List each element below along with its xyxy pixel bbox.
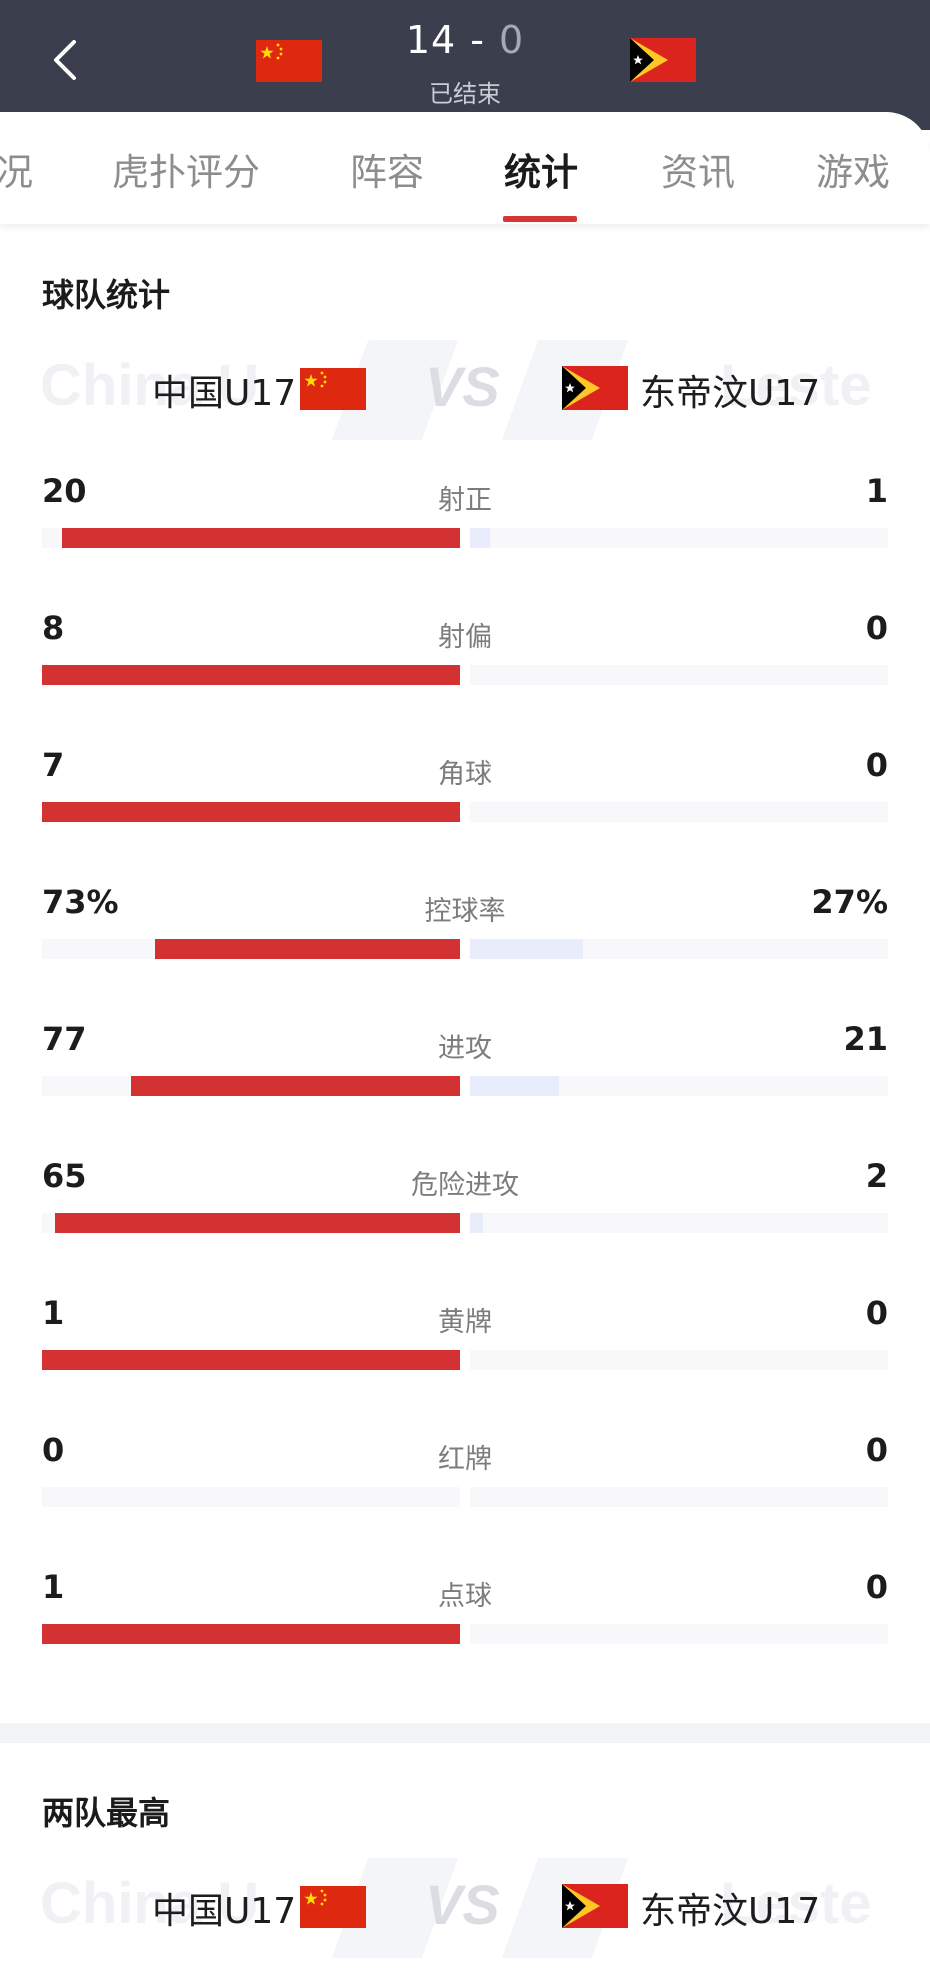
home-bar-track xyxy=(42,528,460,548)
section-title-top-players: 两队最高 xyxy=(42,1794,171,1832)
match-header: 14-0 已结束 xyxy=(0,0,930,130)
vs-label: VS xyxy=(425,355,500,418)
home-bar-fill xyxy=(42,1350,460,1370)
away-bar-track xyxy=(470,1076,888,1096)
home-team-name: 中国U17 xyxy=(152,373,297,414)
stat-row: 0 红牌 0 xyxy=(0,1431,930,1541)
match-status: 已结束 xyxy=(429,80,501,108)
china-flag-icon xyxy=(256,40,322,82)
home-bar-track xyxy=(42,1624,460,1644)
tab-games[interactable]: 游戏 xyxy=(816,142,890,196)
home-bar-track xyxy=(42,1213,460,1233)
china-flag-icon xyxy=(300,368,366,410)
tab-hupu-rating[interactable]: 虎扑评分 xyxy=(112,142,260,196)
away-bar-fill xyxy=(470,528,490,548)
stat-away-value: 0 xyxy=(865,1294,888,1332)
tab-bar: 况 虎扑评分 阵容 统计 资讯 游戏 xyxy=(0,112,930,224)
tab-lineup[interactable]: 阵容 xyxy=(350,142,424,196)
away-bar-track xyxy=(470,939,888,959)
stat-away-value: 27% xyxy=(811,883,888,921)
home-bar-fill xyxy=(62,528,460,548)
stat-row: 73% 控球率 27% xyxy=(0,883,930,993)
home-bar-track xyxy=(42,939,460,959)
timor-leste-flag-icon xyxy=(562,366,628,410)
score-separator: - xyxy=(470,18,485,62)
home-bar-track xyxy=(42,1487,460,1507)
stat-label: 射偏 xyxy=(438,622,492,653)
away-bar-track xyxy=(470,802,888,822)
section-title-team-stats: 球队统计 xyxy=(42,276,171,314)
stat-away-value: 0 xyxy=(865,1431,888,1469)
stat-row: 7 角球 0 xyxy=(0,746,930,856)
stat-label: 射正 xyxy=(438,485,492,516)
home-bar-fill xyxy=(131,1076,460,1096)
stat-row: 20 射正 1 xyxy=(0,472,930,582)
away-team-name: 东帝汶U17 xyxy=(640,1891,821,1932)
stat-label: 危险进攻 xyxy=(411,1170,519,1201)
home-team-name: 中国U17 xyxy=(152,1891,297,1932)
match-score: 14-0 xyxy=(360,18,570,62)
away-bar-track xyxy=(470,665,888,685)
home-bar-fill xyxy=(155,939,460,959)
chevron-left-icon xyxy=(54,40,76,80)
top-players-matchup-row: China U Leste 中国U17 VS 东帝汶U17 xyxy=(0,1858,930,1958)
away-score: 0 xyxy=(498,18,525,62)
home-bar-fill xyxy=(42,665,460,685)
away-bar-track xyxy=(470,1350,888,1370)
home-bar-track xyxy=(42,1076,460,1096)
stat-row: 8 射偏 0 xyxy=(0,609,930,719)
home-bar-fill xyxy=(55,1213,460,1233)
back-button[interactable] xyxy=(40,30,90,90)
away-bar-track xyxy=(470,1487,888,1507)
tab-news[interactable]: 资讯 xyxy=(661,142,735,196)
stat-away-value: 21 xyxy=(843,1020,888,1058)
stat-label: 进攻 xyxy=(438,1033,492,1064)
stat-label: 角球 xyxy=(438,759,492,790)
away-bar-fill xyxy=(470,939,583,959)
stat-row: 65 危险进攻 2 xyxy=(0,1157,930,1267)
home-score: 14 xyxy=(405,18,457,62)
stat-row: 1 点球 0 xyxy=(0,1568,930,1678)
home-bar-fill xyxy=(42,802,460,822)
vs-label: VS xyxy=(425,1873,500,1936)
timor-leste-flag-icon xyxy=(562,1884,628,1928)
home-bar-track xyxy=(42,665,460,685)
tab-overview[interactable]: 况 xyxy=(0,142,33,196)
away-bar-track xyxy=(470,1213,888,1233)
away-bar-fill xyxy=(470,1213,483,1233)
away-bar-track xyxy=(470,1624,888,1644)
stat-away-value: 0 xyxy=(865,1568,888,1606)
home-bar-track xyxy=(42,1350,460,1370)
stat-away-value: 0 xyxy=(865,746,888,784)
stat-away-value: 1 xyxy=(865,472,888,510)
stat-away-value: 2 xyxy=(865,1157,888,1195)
away-bar-track xyxy=(470,528,888,548)
stat-row: 1 黄牌 0 xyxy=(0,1294,930,1404)
active-tab-indicator xyxy=(503,216,577,222)
stat-label: 点球 xyxy=(438,1581,492,1612)
home-bar-track xyxy=(42,802,460,822)
stat-away-value: 0 xyxy=(865,609,888,647)
stat-label: 红牌 xyxy=(438,1444,492,1475)
team-matchup-row: China U Leste 中国U17 VS 东帝汶U17 xyxy=(0,340,930,440)
stat-label: 控球率 xyxy=(424,896,506,927)
away-bar-fill xyxy=(470,1076,559,1096)
stat-label: 黄牌 xyxy=(438,1307,492,1338)
section-divider xyxy=(0,1723,930,1743)
home-bar-fill xyxy=(42,1624,460,1644)
china-flag-icon xyxy=(300,1886,366,1928)
tab-stats[interactable]: 统计 xyxy=(504,142,578,196)
stat-row: 77 进攻 21 xyxy=(0,1020,930,1130)
timor-leste-flag-icon xyxy=(630,38,696,82)
away-team-name: 东帝汶U17 xyxy=(640,373,821,414)
